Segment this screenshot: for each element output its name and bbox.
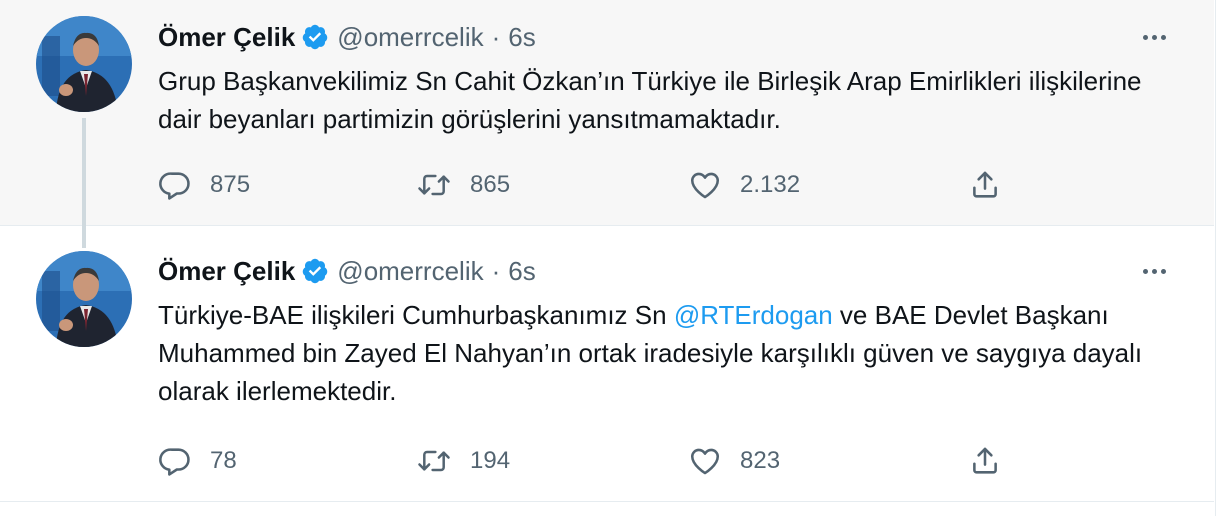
tweet-1[interactable]: Ömer Çelik @omerrcelik · 6s Grup Başkanv… (0, 0, 1214, 226)
tweet-header: Ömer Çelik @omerrcelik · 6s (158, 20, 536, 54)
author-handle[interactable]: @omerrcelik (337, 256, 483, 287)
author-handle[interactable]: @omerrcelik (337, 22, 483, 53)
timestamp[interactable]: 6s (508, 22, 535, 53)
tweet-header: Ömer Çelik @omerrcelik · 6s (158, 254, 536, 288)
avatar[interactable] (36, 16, 132, 112)
like-count: 2.132 (740, 171, 801, 198)
tweet-text: Grup Başkanvekilimiz Sn Cahit Özkan’ın T… (158, 62, 1168, 138)
separator: · (491, 255, 501, 286)
author-name[interactable]: Ömer Çelik (158, 256, 295, 287)
share-icon (968, 168, 1002, 202)
verified-badge-icon (301, 23, 329, 51)
retweet-count: 865 (470, 171, 511, 198)
avatar[interactable] (36, 251, 132, 347)
reply-button[interactable]: 875 (158, 165, 250, 205)
reply-count: 78 (210, 447, 237, 474)
reply-icon (158, 168, 192, 202)
reply-count: 875 (210, 171, 251, 198)
tweet-actions: 78 194 823 (158, 441, 1018, 481)
reply-button[interactable]: 78 (158, 441, 237, 481)
like-button[interactable]: 823 (688, 441, 780, 481)
retweet-button[interactable]: 194 (416, 441, 510, 481)
heart-icon (688, 444, 722, 478)
timestamp[interactable]: 6s (508, 256, 535, 287)
tweet-text-body: Grup Başkanvekilimiz Sn Cahit Özkan’ın T… (158, 66, 1142, 134)
share-icon (968, 444, 1002, 478)
reply-icon (158, 444, 192, 478)
tweet-text: Türkiye-BAE ilişkileri Cumhurbaşkanımız … (158, 296, 1168, 410)
retweet-count: 194 (470, 447, 511, 474)
share-button[interactable] (968, 441, 1002, 481)
more-dots-icon[interactable] (1134, 22, 1174, 52)
mention-link[interactable]: @RTErdogan (674, 300, 833, 330)
share-button[interactable] (968, 165, 1002, 205)
thread-connector-line (82, 118, 86, 248)
retweet-icon (416, 168, 452, 202)
verified-badge-icon (301, 257, 329, 285)
retweet-icon (416, 444, 452, 478)
author-name[interactable]: Ömer Çelik (158, 22, 295, 53)
tweet-actions: 875 865 2.132 (158, 165, 1018, 205)
like-count: 823 (740, 447, 781, 474)
tweet-2[interactable]: Ömer Çelik @omerrcelik · 6s Türkiye-BAE … (0, 226, 1214, 502)
tweet-thread: Ömer Çelik @omerrcelik · 6s Grup Başkanv… (0, 0, 1216, 516)
tweet-text-before: Türkiye-BAE ilişkileri Cumhurbaşkanımız … (158, 300, 674, 330)
more-dots-icon[interactable] (1134, 256, 1174, 286)
like-button[interactable]: 2.132 (688, 165, 800, 205)
heart-icon (688, 168, 722, 202)
separator: · (491, 21, 501, 52)
retweet-button[interactable]: 865 (416, 165, 510, 205)
